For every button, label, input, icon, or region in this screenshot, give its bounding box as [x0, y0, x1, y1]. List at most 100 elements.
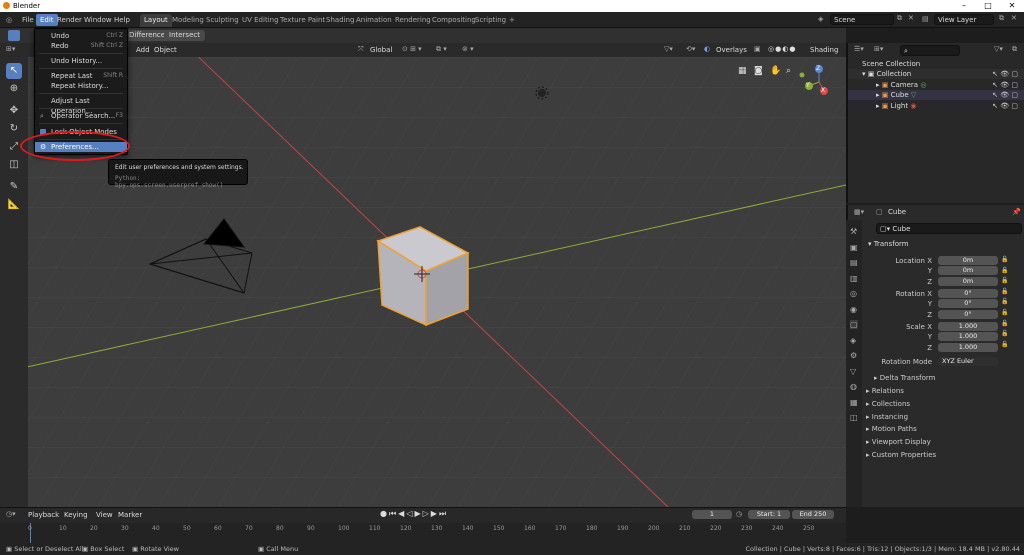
properties-type-icon[interactable]: ▦▾	[854, 208, 864, 216]
pan-hand-icon[interactable]: ✋	[770, 66, 781, 76]
lock-icons[interactable]: 🔓 🔓 🔓 🔓 🔓 🔓 🔓 🔓 🔓	[1001, 255, 1008, 350]
instancing-panel-header[interactable]: ▸ Instancing	[866, 413, 908, 421]
custom-properties-panel-header[interactable]: ▸ Custom Properties	[866, 451, 936, 459]
outliner-cube[interactable]: ▸ ▣ Cube ▽ ↖ 👁 ▢	[848, 90, 1024, 100]
menu-adjust-last[interactable]: Adjust Last Operation...	[35, 96, 127, 115]
rotation-mode-dropdown[interactable]: XYZ Euler	[938, 357, 998, 366]
gizmo-z-label[interactable]: Z	[816, 65, 820, 72]
scene-copy-icon[interactable]: ⧉	[897, 14, 902, 23]
rotate-tool-icon[interactable]: ↻	[6, 121, 22, 137]
filter-icon[interactable]: ▽▾	[994, 45, 1003, 53]
add-workspace-button[interactable]: +	[505, 14, 519, 27]
rotation-mode-label: Rotation Mode	[881, 358, 932, 366]
collections-panel-header[interactable]: ▸ Collections	[866, 400, 910, 408]
view-layer-copy-icon[interactable]: ⧉	[999, 14, 1004, 23]
select-box-tool-icon[interactable]	[8, 30, 20, 41]
playback-menu[interactable]: Playback	[28, 511, 59, 519]
view-layer-delete-icon[interactable]: ✕	[1011, 14, 1017, 22]
menu-undo[interactable]: Undo Ctrl Z	[35, 31, 127, 41]
gizmo-x-label[interactable]: X	[821, 87, 825, 94]
timeline-track[interactable]: 0 10 20 30 40 50 60 70 80 90 100 110 120 130 140 150 160…	[0, 523, 846, 543]
move-tool-icon[interactable]: ✥	[6, 103, 22, 119]
outliner-collection[interactable]: ▾ ▣ Collection ↖ 👁 ▢	[848, 69, 1024, 79]
rotation-y-field[interactable]: 0°	[938, 299, 998, 308]
view-grid-icon[interactable]: ▦	[738, 66, 747, 76]
overlays-icon[interactable]: ◐	[704, 45, 710, 53]
light-icon: ▣	[881, 102, 889, 110]
scene-delete-icon[interactable]: ✕	[908, 14, 914, 22]
menu-operator-search[interactable]: ⌕ Operator Search... F3	[35, 111, 127, 121]
keying-menu[interactable]: Keying	[64, 511, 88, 519]
proportional-edit-icon[interactable]: ⊚ ▾	[462, 45, 474, 53]
add-menu[interactable]: Add	[136, 46, 150, 54]
maximize-button[interactable]: □	[976, 0, 1000, 12]
outliner-camera[interactable]: ▸ ▣ Camera ◎ ↖ 👁 ▢	[848, 80, 1024, 90]
scale-x-field[interactable]: 1.000	[938, 322, 998, 331]
gizmo-y-label[interactable]: Y	[806, 82, 810, 89]
new-collection-icon[interactable]: ⧉	[1012, 45, 1017, 54]
timeline-type-icon[interactable]: ◷▾	[6, 510, 16, 518]
scale-y-field[interactable]: 1.000	[938, 332, 998, 341]
scene-icon: ◈	[818, 15, 824, 23]
transform-tool-icon[interactable]: ◫	[6, 157, 22, 173]
close-button[interactable]: ✕	[1000, 0, 1024, 12]
snap-icon[interactable]: ⧉ ▾	[436, 45, 447, 54]
menu-undo-history[interactable]: Undo History...	[35, 56, 127, 66]
view-layer-field[interactable]: View Layer	[934, 14, 994, 25]
menu-repeat-history[interactable]: Repeat History...	[35, 81, 127, 91]
property-tab-icons[interactable]: ⚒ ▣ ▤ ▥ ◎ ◉ ▢ ◈ ⚙ ▽ ◍ ▦ ◫	[850, 224, 858, 426]
object-name-field[interactable]: ▢▾ Cube	[876, 223, 1022, 234]
location-z-label: Z	[927, 278, 932, 286]
object-menu[interactable]: Object	[154, 46, 177, 54]
select-tool-icon[interactable]: ↖	[6, 63, 22, 79]
annotate-tool-icon[interactable]: ✎	[6, 179, 22, 195]
cursor-tool-icon[interactable]: ⊕	[6, 81, 22, 97]
shading-modes-icon[interactable]: ◎●◐●	[768, 45, 796, 53]
menu-file[interactable]: File	[18, 14, 38, 26]
outliner-type-icon[interactable]: ☰▾	[854, 45, 864, 53]
pin-icon[interactable]: 📌	[1012, 208, 1021, 216]
visibility-icon[interactable]: ▽▾	[664, 45, 673, 53]
rotation-z-field[interactable]: 0°	[938, 310, 998, 319]
3d-viewport[interactable]: Z X Y ▦ ◙ ✋ ⌕	[28, 57, 846, 507]
outliner-search-input[interactable]: ⌕	[900, 45, 960, 56]
display-mode-icon[interactable]: ⊞▾	[874, 45, 883, 53]
marker-menu[interactable]: Marker	[118, 511, 142, 519]
transform-panel-header[interactable]: ▾ Transform	[868, 240, 909, 248]
menu-repeat-last[interactable]: Repeat Last Shift R	[35, 71, 127, 81]
menu-help[interactable]: Help	[110, 14, 134, 26]
menu-redo[interactable]: Redo Shift Ctrl Z	[35, 41, 127, 51]
xray-icon[interactable]: ▣	[754, 45, 761, 53]
view-menu[interactable]: View	[96, 511, 113, 519]
motion-paths-panel-header[interactable]: ▸ Motion Paths	[866, 425, 917, 433]
overlays-dropdown[interactable]: Overlays	[716, 46, 747, 54]
end-frame-field[interactable]: End 250	[792, 510, 834, 519]
zoom-icon[interactable]: ⌕	[786, 66, 791, 76]
start-frame-field[interactable]: Start: 1	[748, 510, 790, 519]
minimize-button[interactable]: –	[952, 0, 976, 12]
location-z-field[interactable]: 0m	[938, 277, 998, 286]
gizmo-toggle-icon[interactable]: ⟲▾	[686, 45, 695, 53]
outliner-scene-collection[interactable]: Scene Collection	[848, 59, 1024, 69]
scene-field[interactable]: Scene	[830, 14, 894, 25]
location-y-field[interactable]: 0m	[938, 266, 998, 275]
delta-transform-header[interactable]: ▸ Delta Transform	[874, 374, 935, 382]
location-x-field[interactable]: 0m	[938, 256, 998, 265]
camera-view-icon[interactable]: ◙	[754, 66, 763, 76]
blender-menu-icon[interactable]: ◎	[2, 14, 16, 26]
rotation-x-field[interactable]: 0°	[938, 289, 998, 298]
relations-panel-header[interactable]: ▸ Relations	[866, 387, 904, 395]
current-frame-field[interactable]: 1	[692, 510, 732, 519]
shading-dropdown[interactable]: Shading	[810, 46, 838, 54]
editor-type-icon[interactable]: ⊞▾	[6, 45, 15, 53]
playback-controls-icon[interactable]: ●⏮◀◁▶▷▶⏭	[380, 509, 448, 519]
tab-sculpting[interactable]: Sculpting	[202, 14, 243, 27]
tab-animation[interactable]: Animation	[352, 14, 396, 27]
pivot-icon[interactable]: ⊙ ⊞ ▾	[402, 45, 422, 53]
outliner-light[interactable]: ▸ ▣ Light ◉ ↖ 👁 ▢	[848, 101, 1024, 111]
measure-tool-icon[interactable]: 📐	[6, 197, 22, 213]
orientation-dropdown[interactable]: Global	[370, 46, 392, 54]
scale-z-field[interactable]: 1.000	[938, 343, 998, 352]
mode-intersect-button[interactable]: Intersect	[164, 30, 205, 41]
viewport-display-panel-header[interactable]: ▸ Viewport Display	[866, 438, 931, 446]
